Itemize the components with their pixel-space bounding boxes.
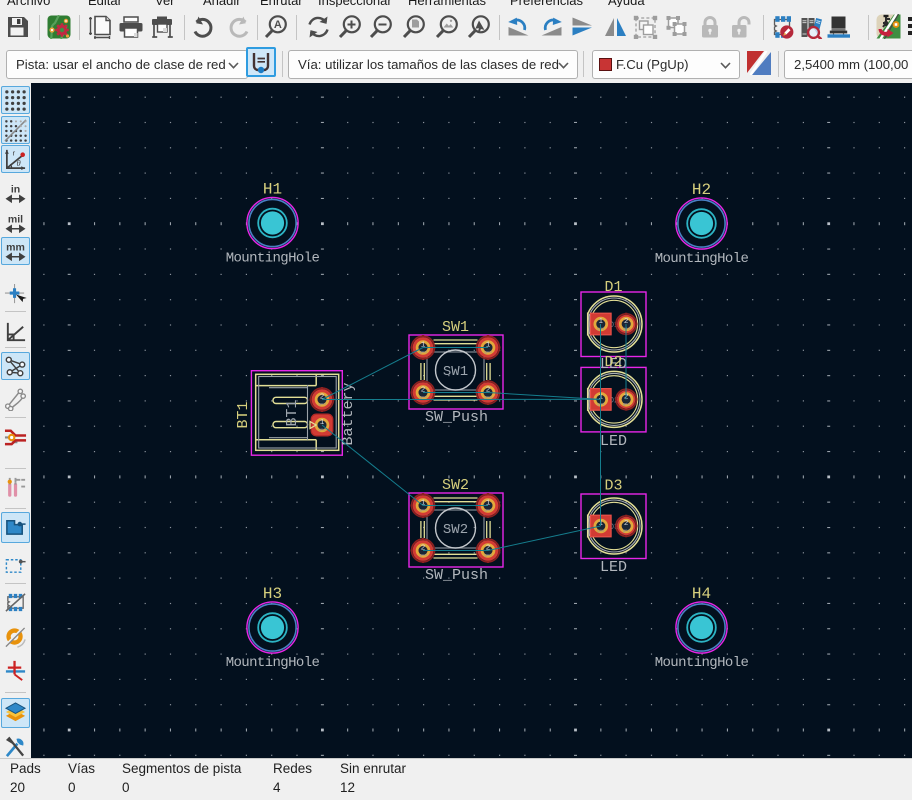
svg-text:SW_Push: SW_Push: [425, 567, 488, 584]
svg-text:SW2: SW2: [442, 477, 469, 494]
svg-text:gnd: gnd: [484, 508, 492, 513]
svg-text:LED: LED: [600, 433, 627, 450]
svg-text:H4: H4: [692, 585, 711, 603]
svg-text:D3: D3: [604, 478, 622, 495]
svg-text:gnd: gnd: [419, 508, 427, 513]
svg-text:1: 1: [486, 500, 491, 508]
svg-text:gnd: gnd: [597, 327, 605, 332]
svg-text:MountingHole: MountingHole: [226, 251, 320, 267]
svg-text:SW1: SW1: [442, 319, 469, 336]
svg-text:H3: H3: [263, 585, 282, 603]
svg-text:MountingHole: MountingHole: [655, 655, 749, 671]
svg-text:gnd: gnd: [597, 402, 605, 407]
svg-text:in: in: [11, 183, 20, 195]
svg-text:mil: mil: [8, 214, 23, 226]
svg-text:BT1: BT1: [284, 399, 301, 426]
svg-text:MountingHole: MountingHole: [655, 251, 749, 267]
svg-text:2: 2: [486, 387, 491, 395]
svg-text:D2: D2: [604, 354, 622, 371]
svg-text:θ: θ: [16, 158, 21, 168]
svg-text:2: 2: [624, 520, 629, 528]
svg-text:gnd: gnd: [419, 553, 427, 558]
svg-text:LED: LED: [600, 559, 627, 576]
svg-text:H1: H1: [263, 181, 282, 199]
svg-text:2: 2: [320, 394, 325, 402]
svg-text:gnd: gnd: [419, 350, 427, 355]
svg-text:SW1: SW1: [443, 364, 468, 380]
svg-text:SW_Push: SW_Push: [425, 409, 488, 426]
svg-text:Battery: Battery: [340, 382, 357, 445]
svg-text:1: 1: [599, 394, 604, 402]
svg-text:MountingHole: MountingHole: [226, 655, 320, 671]
svg-text:SW2: SW2: [443, 522, 468, 538]
svg-text:2: 2: [421, 387, 426, 395]
svg-text:BT1: BT1: [235, 401, 252, 428]
svg-text:H2: H2: [692, 181, 711, 199]
svg-text:1: 1: [599, 318, 604, 326]
svg-text:gnd: gnd: [318, 402, 326, 407]
svg-text:gnd: gnd: [484, 553, 492, 558]
svg-text:gnd: gnd: [318, 428, 326, 433]
svg-text:mm: mm: [6, 242, 25, 254]
svg-text:gnd: gnd: [623, 529, 631, 534]
svg-text:gnd: gnd: [597, 529, 605, 534]
svg-text:2: 2: [421, 545, 426, 553]
svg-text:r: r: [13, 149, 16, 158]
svg-text:1: 1: [486, 342, 491, 350]
svg-text:D1: D1: [604, 279, 622, 296]
svg-text:A: A: [274, 19, 282, 31]
svg-text:gnd: gnd: [623, 402, 631, 407]
svg-text:2: 2: [486, 545, 491, 553]
svg-text:gnd: gnd: [484, 350, 492, 355]
svg-text:1: 1: [599, 520, 604, 528]
